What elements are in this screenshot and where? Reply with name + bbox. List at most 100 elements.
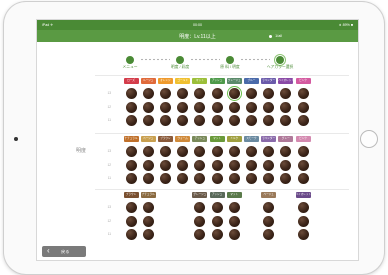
color-swatch[interactable] (159, 101, 171, 113)
color-swatch[interactable] (159, 146, 171, 157)
color-swatch[interactable] (228, 173, 240, 184)
color-swatch[interactable] (263, 173, 275, 184)
color-swatch[interactable] (125, 202, 137, 213)
step-connector (190, 58, 220, 61)
color-swatch[interactable] (211, 202, 223, 213)
color-swatch[interactable] (245, 173, 257, 184)
color-swatch[interactable] (228, 146, 240, 157)
color-swatch[interactable] (280, 88, 292, 99)
color-swatch[interactable] (280, 159, 292, 171)
row-level-label: 13 (107, 149, 111, 153)
color-tag: バイオレット (278, 78, 294, 84)
color-tag: ラベンダー (261, 136, 277, 142)
step-dot-4[interactable] (274, 54, 286, 66)
color-swatch[interactable] (263, 146, 275, 157)
color-swatch[interactable] (228, 101, 240, 113)
color-swatch[interactable] (211, 229, 223, 240)
color-swatch[interactable] (142, 101, 154, 113)
color-swatch[interactable] (263, 115, 275, 126)
color-swatch[interactable] (194, 146, 206, 157)
color-swatch[interactable] (177, 146, 189, 157)
color-swatch[interactable] (280, 115, 292, 126)
color-swatch[interactable] (142, 215, 154, 227)
color-swatch[interactable] (211, 115, 223, 126)
color-swatch[interactable] (194, 101, 206, 113)
color-swatch[interactable] (194, 173, 206, 184)
color-swatch[interactable] (297, 202, 309, 213)
color-tag: ゴールド (175, 78, 191, 84)
color-swatch[interactable] (263, 101, 275, 113)
color-swatch[interactable] (211, 101, 223, 113)
color-swatch[interactable] (125, 215, 137, 227)
color-tag: ナチュラル (123, 136, 139, 142)
color-swatch[interactable] (297, 88, 309, 99)
color-swatch[interactable] (263, 159, 275, 171)
color-swatch[interactable] (211, 146, 223, 157)
color-swatch[interactable] (125, 101, 137, 113)
color-swatch[interactable] (245, 101, 257, 113)
color-swatch[interactable] (125, 115, 137, 126)
color-swatch[interactable] (245, 115, 257, 126)
color-swatch[interactable] (125, 173, 137, 184)
color-swatch[interactable] (297, 115, 309, 126)
color-swatch[interactable] (211, 159, 223, 171)
color-swatch[interactable] (142, 146, 154, 157)
color-swatch[interactable] (194, 88, 206, 99)
color-swatch[interactable] (194, 229, 206, 240)
color-swatch[interactable] (263, 215, 275, 227)
color-swatch[interactable] (142, 173, 154, 184)
color-swatch[interactable] (125, 159, 137, 171)
color-swatch[interactable] (125, 146, 137, 157)
color-swatch[interactable] (177, 101, 189, 113)
step-dot-3[interactable] (226, 56, 234, 64)
page-indicator: 1/all (269, 34, 282, 38)
color-swatch[interactable] (159, 159, 171, 171)
color-swatch[interactable] (211, 173, 223, 184)
color-swatch[interactable] (228, 115, 240, 126)
color-swatch[interactable] (297, 159, 309, 171)
color-swatch[interactable] (263, 229, 275, 240)
color-swatch[interactable] (159, 88, 171, 99)
color-swatch[interactable] (211, 215, 223, 227)
color-swatch[interactable] (297, 146, 309, 157)
selected-color-swatch[interactable] (228, 88, 240, 99)
color-swatch[interactable] (297, 173, 309, 184)
color-swatch[interactable] (297, 101, 309, 113)
color-swatch[interactable] (263, 88, 275, 99)
color-swatch[interactable] (142, 115, 154, 126)
color-swatch[interactable] (297, 229, 309, 240)
color-swatch[interactable] (125, 229, 137, 240)
color-swatch[interactable] (194, 115, 206, 126)
color-swatch[interactable] (280, 146, 292, 157)
color-swatch[interactable] (228, 159, 240, 171)
color-swatch[interactable] (228, 202, 240, 213)
color-swatch[interactable] (177, 159, 189, 171)
color-swatch[interactable] (177, 88, 189, 99)
color-swatch[interactable] (159, 173, 171, 184)
color-swatch[interactable] (280, 101, 292, 113)
color-swatch[interactable] (125, 88, 137, 99)
color-swatch[interactable] (228, 229, 240, 240)
color-swatch[interactable] (263, 202, 275, 213)
color-swatch[interactable] (177, 115, 189, 126)
home-button[interactable] (360, 130, 378, 148)
color-swatch[interactable] (245, 88, 257, 99)
step-dot-1[interactable] (126, 56, 134, 64)
color-swatch[interactable] (245, 146, 257, 157)
color-swatch[interactable] (142, 159, 154, 171)
color-swatch[interactable] (297, 215, 309, 227)
color-swatch[interactable] (177, 173, 189, 184)
color-swatch[interactable] (280, 173, 292, 184)
color-swatch[interactable] (194, 215, 206, 227)
color-swatch[interactable] (142, 88, 154, 99)
step-dot-2[interactable] (176, 56, 184, 64)
color-swatch[interactable] (142, 202, 154, 213)
color-swatch[interactable] (245, 159, 257, 171)
color-swatch[interactable] (159, 115, 171, 126)
color-swatch[interactable] (211, 88, 223, 99)
color-swatch[interactable] (194, 202, 206, 213)
color-swatch[interactable] (228, 215, 240, 227)
back-button[interactable]: ‹ 戻る (42, 246, 86, 257)
color-swatch[interactable] (142, 229, 154, 240)
color-swatch[interactable] (194, 159, 206, 171)
